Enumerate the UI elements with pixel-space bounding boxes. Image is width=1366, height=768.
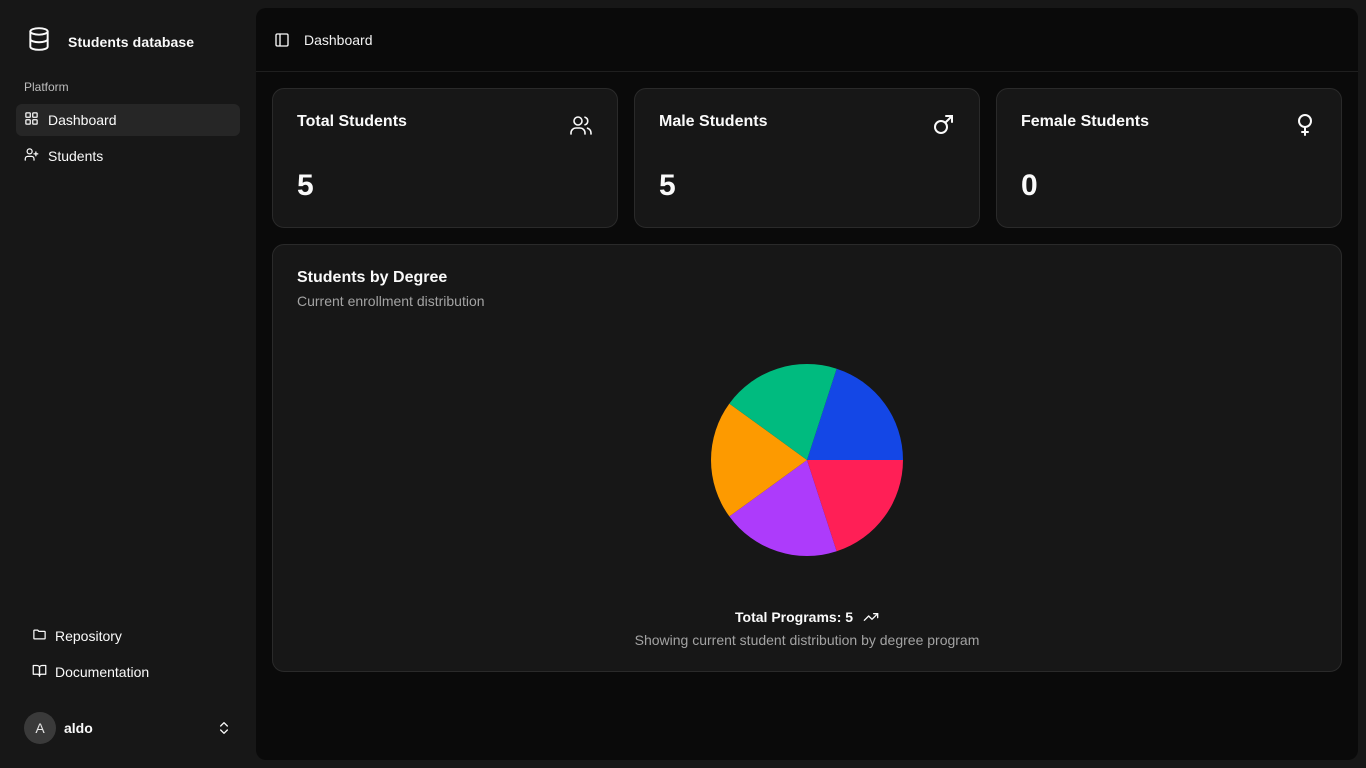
- female-icon: [1293, 113, 1317, 137]
- chart-card: Students by Degree Current enrollment di…: [272, 244, 1342, 672]
- stat-title: Total Students: [297, 113, 407, 130]
- grid-icon: [24, 111, 39, 129]
- stat-card-female: Female Students 0: [996, 88, 1342, 228]
- sidebar-nav: Dashboard Students: [16, 104, 240, 176]
- total-programs-text: Total Programs: 5: [735, 609, 854, 625]
- main-content: Dashboard Total Students 5 Male Students…: [256, 8, 1358, 760]
- chart-subtitle: Current enrollment distribution: [297, 293, 485, 309]
- section-label: Platform: [24, 80, 69, 94]
- page-header: Dashboard: [256, 8, 1358, 72]
- sidebar-item-students[interactable]: Students: [16, 140, 240, 172]
- sidebar-item-label: Students: [48, 148, 104, 164]
- chart-footer-note: Showing current student distribution by …: [634, 632, 980, 648]
- stat-value: 5: [659, 169, 676, 202]
- sidebar-item-label: Dashboard: [48, 112, 117, 128]
- stat-value: 0: [1021, 169, 1038, 202]
- sidebar-item-label: Documentation: [55, 664, 150, 680]
- user-plus-icon: [24, 147, 39, 165]
- database-icon: [26, 26, 52, 57]
- chevrons-up-down-icon[interactable]: [216, 720, 232, 736]
- sidebar: Students database Platform Dashboard Stu…: [0, 0, 256, 768]
- avatar: A: [24, 712, 56, 744]
- sidebar-item-dashboard[interactable]: Dashboard: [16, 104, 240, 136]
- chart-footer-total: Total Programs: 5: [273, 609, 1341, 625]
- book-icon: [32, 663, 47, 681]
- breadcrumb: Dashboard: [304, 32, 373, 48]
- pie-chart: [711, 364, 903, 556]
- stat-title: Male Students: [659, 113, 768, 130]
- users-icon: [569, 113, 593, 137]
- sidebar-item-documentation[interactable]: Documentation: [24, 656, 240, 688]
- user-name: aldo: [64, 720, 93, 736]
- stat-card-total: Total Students 5: [272, 88, 618, 228]
- stat-value: 5: [297, 169, 314, 202]
- brand-name: Students database: [68, 33, 195, 50]
- male-icon: [931, 113, 955, 137]
- user-menu[interactable]: A aldo: [24, 712, 240, 744]
- stat-card-male: Male Students 5: [634, 88, 980, 228]
- sidebar-item-repository[interactable]: Repository: [24, 620, 240, 652]
- brand[interactable]: Students database: [26, 26, 194, 57]
- sidebar-item-label: Repository: [55, 628, 122, 644]
- folder-icon: [32, 627, 47, 645]
- stat-title: Female Students: [1021, 113, 1150, 130]
- chart-title: Students by Degree: [297, 269, 448, 286]
- secondary-nav: Repository Documentation: [24, 620, 240, 692]
- trending-up-icon: [857, 609, 879, 625]
- sidebar-toggle-icon[interactable]: [274, 32, 290, 48]
